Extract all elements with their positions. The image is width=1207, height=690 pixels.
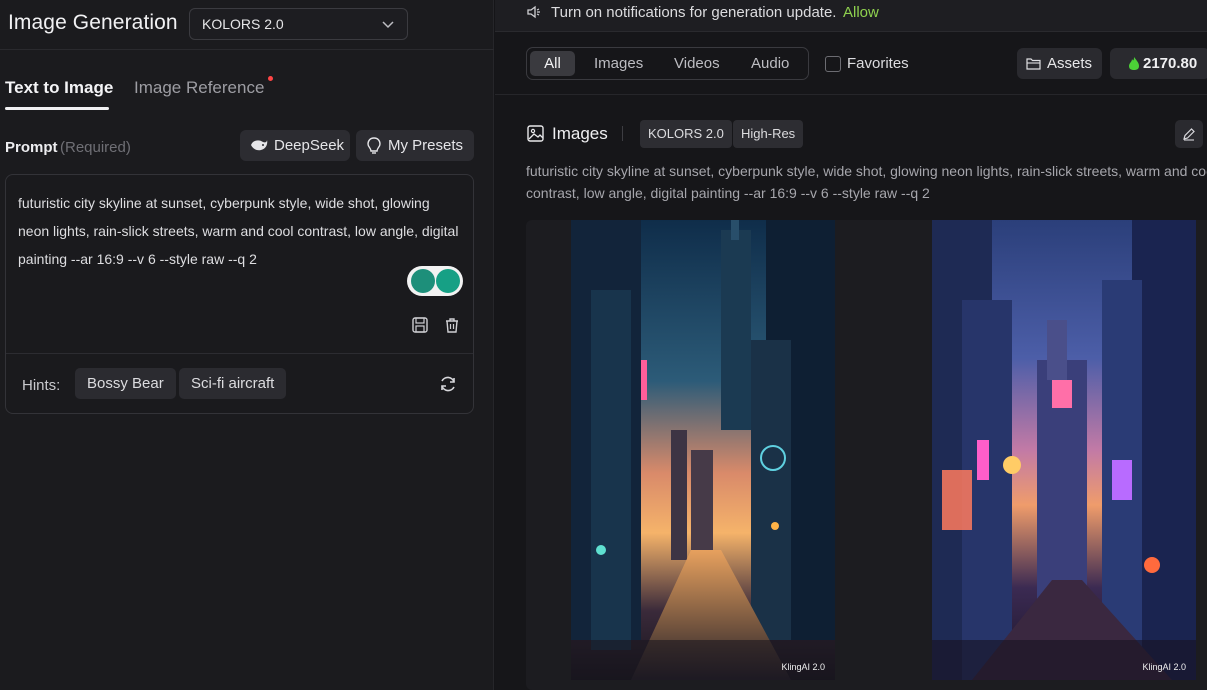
generation-prompt: futuristic city skyline at sunset, cyber… bbox=[526, 160, 1207, 204]
tab-text-to-image-label: Text to Image bbox=[5, 78, 114, 97]
chevron-down-icon bbox=[382, 21, 394, 29]
model-tag: KOLORS 2.0 bbox=[640, 120, 732, 148]
mode-tabs: Text to Image Image Reference bbox=[0, 62, 494, 112]
filter-images[interactable]: Images bbox=[594, 55, 643, 72]
generated-image[interactable]: KlingAI 2.0 bbox=[571, 220, 835, 680]
credits-balance[interactable]: 2170.80 bbox=[1110, 48, 1207, 79]
page-title: Image Generation bbox=[8, 11, 178, 34]
lightbulb-icon bbox=[367, 136, 381, 154]
left-header: Image Generation KOLORS 2.0 bbox=[0, 0, 494, 50]
title-separator bbox=[622, 126, 623, 141]
filter-bar: All Images Videos Audio Favorites Assets… bbox=[495, 32, 1207, 95]
image-icon bbox=[527, 125, 544, 142]
tab-text-to-image[interactable]: Text to Image bbox=[5, 78, 114, 110]
results-panel: Turn on notifications for generation upd… bbox=[495, 0, 1207, 690]
credits-value: 2170.80 bbox=[1143, 55, 1198, 72]
whale-icon bbox=[251, 139, 268, 150]
my-presets-button[interactable]: My Presets bbox=[356, 130, 474, 161]
new-badge-dot bbox=[268, 76, 274, 81]
tab-image-reference[interactable]: Image Reference bbox=[134, 76, 274, 98]
images-section-header: Images KOLORS 2.0 High-Res bbox=[495, 118, 1207, 150]
assets-button[interactable]: Assets bbox=[1017, 48, 1102, 79]
left-panel: Image Generation KOLORS 2.0 Text to Imag… bbox=[0, 0, 494, 690]
prompt-textarea[interactable]: futuristic city skyline at sunset, cyber… bbox=[18, 189, 464, 273]
folder-icon bbox=[1026, 58, 1041, 70]
section-title: Images bbox=[552, 124, 608, 143]
pencil-icon bbox=[1183, 128, 1195, 141]
prompt-editor[interactable]: futuristic city skyline at sunset, cyber… bbox=[5, 174, 474, 414]
speaker-icon bbox=[527, 5, 540, 19]
favorites-label[interactable]: Favorites bbox=[847, 55, 909, 72]
my-presets-label: My Presets bbox=[388, 137, 464, 154]
notification-message: Turn on notifications for generation upd… bbox=[551, 4, 837, 21]
hint-chip[interactable]: Sci-fi aircraft bbox=[179, 368, 287, 399]
prompt-label: Prompt bbox=[5, 139, 58, 156]
hints-divider bbox=[6, 353, 473, 354]
grammarly-icon bbox=[436, 269, 460, 293]
assets-label: Assets bbox=[1047, 55, 1093, 72]
refresh-icon[interactable] bbox=[438, 374, 458, 394]
image-gallery: KlingAI 2.0 KlingAI 2.0 bbox=[526, 220, 1207, 690]
filter-all[interactable]: All bbox=[530, 51, 575, 76]
generated-image[interactable]: KlingAI 2.0 bbox=[932, 220, 1196, 680]
save-icon[interactable] bbox=[411, 316, 429, 334]
model-dropdown-value: KOLORS 2.0 bbox=[202, 16, 284, 32]
resolution-tag: High-Res bbox=[733, 120, 804, 148]
bulb-badge-icon bbox=[411, 269, 435, 293]
deepseek-label: DeepSeek bbox=[274, 137, 345, 154]
allow-notifications-link[interactable]: Allow bbox=[843, 4, 879, 21]
active-tab-underline bbox=[5, 107, 109, 110]
generation-prompt-line: futuristic city skyline at sunset, cyber… bbox=[526, 163, 1207, 179]
favorites-checkbox[interactable] bbox=[825, 56, 841, 72]
prompt-required-note: (Required) bbox=[60, 139, 131, 156]
deepseek-button[interactable]: DeepSeek bbox=[240, 130, 350, 161]
trash-icon[interactable] bbox=[443, 316, 461, 334]
prompt-header: Prompt (Required) DeepSeek My Presets bbox=[0, 128, 494, 162]
watermark: KlingAI 2.0 bbox=[1142, 662, 1186, 672]
assistant-widget[interactable] bbox=[407, 266, 463, 296]
hints-label: Hints: bbox=[22, 377, 61, 394]
generation-prompt-line: contrast, low angle, digital painting --… bbox=[526, 185, 930, 201]
media-filter: All Images Videos Audio bbox=[526, 47, 809, 80]
hint-chip[interactable]: Bossy Bear bbox=[75, 368, 176, 399]
flame-icon bbox=[1129, 57, 1139, 70]
filter-videos[interactable]: Videos bbox=[674, 55, 720, 72]
model-dropdown[interactable]: KOLORS 2.0 bbox=[189, 8, 408, 40]
notification-bar: Turn on notifications for generation upd… bbox=[495, 0, 1207, 32]
watermark: KlingAI 2.0 bbox=[781, 662, 825, 672]
filter-audio[interactable]: Audio bbox=[751, 55, 789, 72]
tab-image-reference-label: Image Reference bbox=[134, 78, 265, 97]
edit-prompt-button[interactable] bbox=[1175, 120, 1203, 148]
